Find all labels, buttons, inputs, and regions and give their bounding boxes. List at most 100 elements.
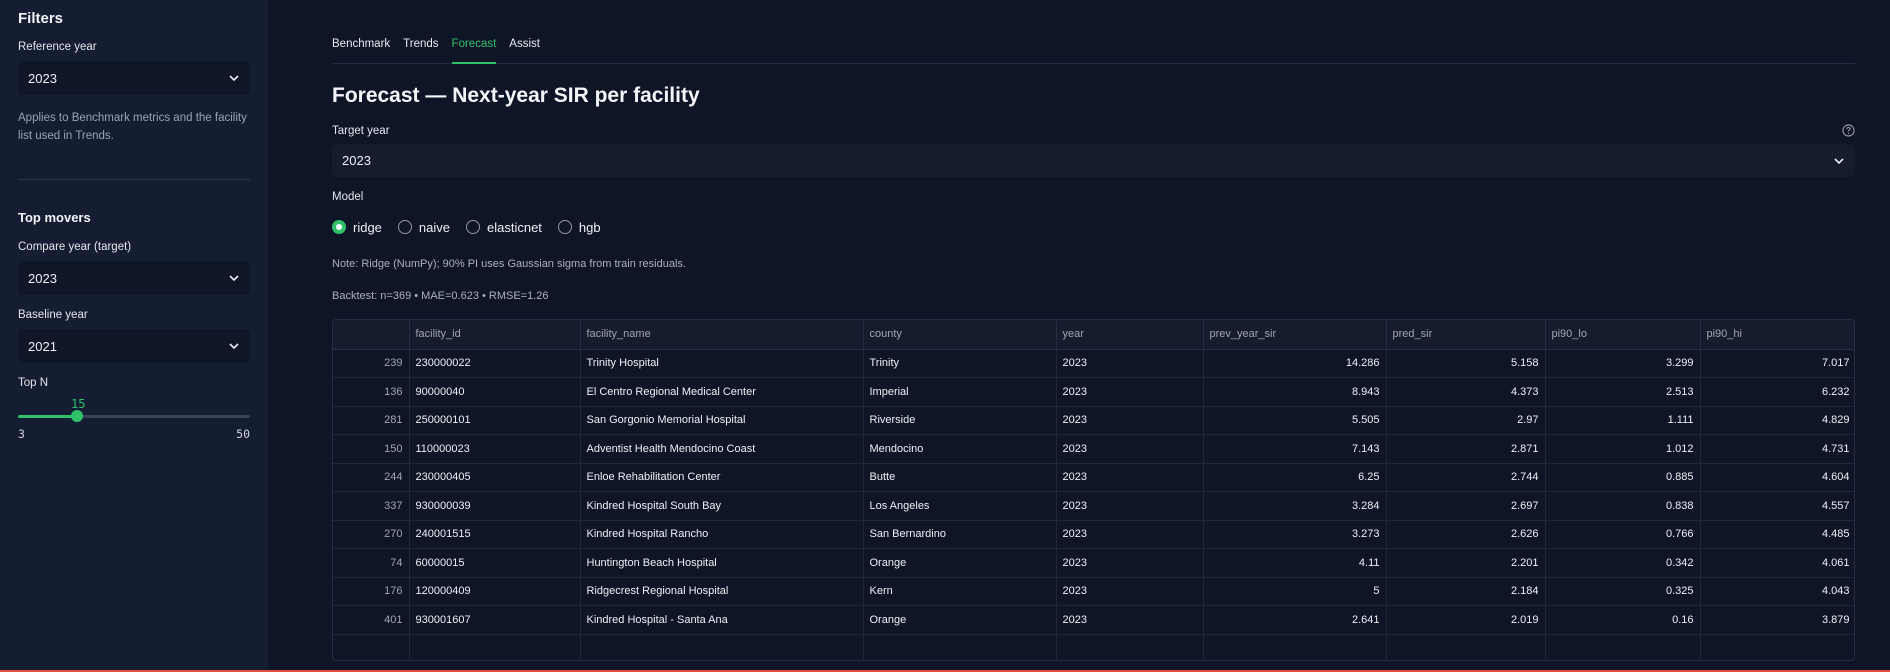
tab-forecast[interactable]: Forecast — [451, 38, 496, 64]
table-cell-prev_year_sir: 4.11 — [1203, 548, 1387, 578]
table-row[interactable]: 337 930000039 Kindred Hospital South Bay Lo… — [333, 491, 1854, 521]
slider-thumb[interactable] — [71, 410, 84, 422]
table-cell-county: Mendocino — [863, 434, 1057, 464]
table-cell-prev_year_sir — [1203, 634, 1387, 660]
column-header-facility_name[interactable]: facility_name — [580, 320, 864, 350]
table-cell-pi90_lo: 1.111 — [1545, 406, 1701, 435]
table-cell-pi90_hi: 4.061 — [1700, 548, 1854, 578]
table-cell-pi90_lo: 0.16 — [1545, 605, 1701, 635]
table-cell-prev_year_sir: 5 — [1203, 577, 1387, 606]
table-cell-pi90_hi: 4.604 — [1700, 463, 1854, 492]
table-cell-pi90_hi: 4.043 — [1700, 577, 1854, 606]
column-header-index[interactable] — [333, 320, 410, 350]
column-header-prev_year_sir[interactable]: prev_year_sir — [1203, 320, 1387, 350]
table-cell-pred_sir: 2.697 — [1386, 491, 1546, 521]
table-cell-pred_sir: 2.019 — [1386, 605, 1546, 635]
model-radio-naive[interactable]: naive — [397, 219, 450, 235]
table-cell-facility_id: 240001515 — [409, 520, 581, 549]
table-cell-county: Orange — [863, 605, 1057, 635]
baseline-year-select[interactable]: 2021 — [18, 329, 250, 363]
table-cell-year: 2023 — [1056, 463, 1204, 492]
table-cell-index: 74 — [333, 548, 410, 578]
table-cell-year: 2023 — [1056, 349, 1204, 378]
top-n-max: 50 — [236, 427, 250, 441]
table-cell-year: 2023 — [1056, 548, 1204, 578]
table-cell-pi90_hi: 4.829 — [1700, 406, 1854, 435]
slider-track[interactable] — [18, 410, 250, 422]
table-row[interactable]: 270 240001515 Kindred Hospital Rancho San B… — [333, 520, 1854, 549]
tab-assist[interactable]: Assist — [509, 38, 540, 64]
model-radio-ridge[interactable]: ridge — [332, 220, 382, 235]
tab-bar: Benchmark Trends Forecast Assist — [332, 0, 1855, 64]
radio-circle-icon[interactable] — [557, 220, 572, 234]
main-content: Benchmark Trends Forecast Assist Forecast —… — [332, 0, 1855, 661]
table-cell-prev_year_sir: 7.143 — [1203, 434, 1387, 464]
table-cell-year: 2023 — [1056, 605, 1204, 635]
column-header-year[interactable]: year — [1056, 320, 1204, 350]
table-row[interactable]: 150 110000023 Adventist Health Mendocino C… — [333, 434, 1854, 464]
chevron-down-icon — [1834, 157, 1844, 164]
table-cell-facility_id: 110000023 — [409, 434, 581, 464]
radio-circle-icon[interactable] — [466, 220, 480, 234]
table-cell-pred_sir: 5.158 — [1386, 349, 1546, 378]
table-row[interactable]: 74 60000015 Huntington Beach Hospital Orang… — [333, 548, 1854, 578]
target-year-value: 2023 — [342, 153, 371, 168]
table-cell-pi90_lo — [1545, 634, 1701, 660]
reference-year-select[interactable]: 2023 — [18, 61, 250, 95]
table-cell-county: Riverside — [863, 406, 1057, 435]
table-row[interactable]: 136 90000040 El Centro Regional Medical Ce… — [333, 377, 1854, 407]
table-cell-facility_id — [409, 634, 581, 660]
table-cell-facility_name: Huntington Beach Hospital — [580, 548, 864, 578]
column-header-county[interactable]: county — [863, 320, 1057, 350]
table-cell-pi90_lo: 0.766 — [1545, 520, 1701, 549]
table-cell-pi90_lo: 0.342 — [1545, 548, 1701, 578]
table-cell-pi90_lo: 0.885 — [1545, 463, 1701, 492]
model-radio-elasticnet[interactable]: elasticnet — [466, 220, 542, 235]
target-year-select[interactable]: 2023 — [332, 144, 1855, 177]
forecast-table[interactable]: facility_id facility_name county year prev_y… — [332, 319, 1855, 661]
column-header-pi90_hi[interactable]: pi90_hi — [1700, 320, 1854, 350]
table-cell-pred_sir — [1386, 634, 1546, 660]
column-header-pi90_lo[interactable]: pi90_lo — [1545, 320, 1701, 350]
table-cell-pi90_hi: 4.731 — [1700, 434, 1854, 464]
top-n-slider[interactable]: 15 3 50 — [18, 397, 250, 443]
table-cell-prev_year_sir: 3.273 — [1203, 520, 1387, 549]
table-cell-year: 2023 — [1056, 377, 1204, 407]
model-radio-label: elasticnet — [487, 219, 542, 235]
table-cell-year: 2023 — [1056, 520, 1204, 549]
table-row[interactable]: 401 930001607 Kindred Hospital - Santa Ana… — [333, 605, 1854, 635]
table-cell-county: Orange — [863, 548, 1057, 578]
table-cell-year: 2023 — [1056, 491, 1204, 521]
table-row[interactable] — [333, 634, 1854, 660]
radio-circle-icon[interactable] — [332, 220, 346, 234]
model-label: Model — [332, 191, 364, 203]
table-cell-index: 281 — [333, 406, 410, 435]
table-cell-county: Trinity — [863, 349, 1057, 378]
sidebar-divider — [18, 179, 250, 180]
tab-trends[interactable]: Trends — [403, 38, 438, 64]
table-cell-county — [863, 634, 1057, 660]
model-radio-group: ridge naive elasticnet hgb — [332, 217, 1855, 237]
table-row[interactable]: 281 250000101 San Gorgonio Memorial Hospit… — [333, 406, 1854, 435]
table-cell-pred_sir: 4.373 — [1386, 377, 1546, 407]
radio-circle-icon[interactable] — [397, 220, 412, 234]
model-radio-label: naive — [418, 219, 450, 235]
table-row[interactable]: 244 230000405 Enloe Rehabilitation Center B… — [333, 463, 1854, 492]
table-header-row: facility_id facility_name county year prev_y… — [333, 320, 1854, 350]
model-radio-hgb[interactable]: hgb — [557, 219, 601, 235]
help-icon[interactable] — [1842, 124, 1855, 137]
compare-year-select[interactable]: 2023 — [18, 261, 250, 295]
table-row[interactable]: 176 120000409 Ridgecrest Regional Hospital… — [333, 577, 1854, 606]
column-header-facility_id[interactable]: facility_id — [409, 320, 581, 350]
table-cell-index: 337 — [333, 491, 410, 521]
table-row[interactable]: 239 230000022 Trinity Hospital Trinity 2023 1… — [333, 349, 1854, 378]
tab-benchmark[interactable]: Benchmark — [332, 38, 390, 64]
table-cell-pi90_hi: 4.485 — [1700, 520, 1854, 549]
table-cell-facility_name: Kindred Hospital Rancho — [580, 520, 864, 549]
model-radio-label: hgb — [578, 219, 601, 235]
column-header-pred_sir[interactable]: pred_sir — [1386, 320, 1546, 350]
sidebar-title: Filters — [18, 10, 64, 27]
target-year-label: Target year — [332, 124, 390, 137]
table-cell-index: 239 — [333, 349, 410, 378]
table-cell-facility_id: 930001607 — [409, 605, 581, 635]
